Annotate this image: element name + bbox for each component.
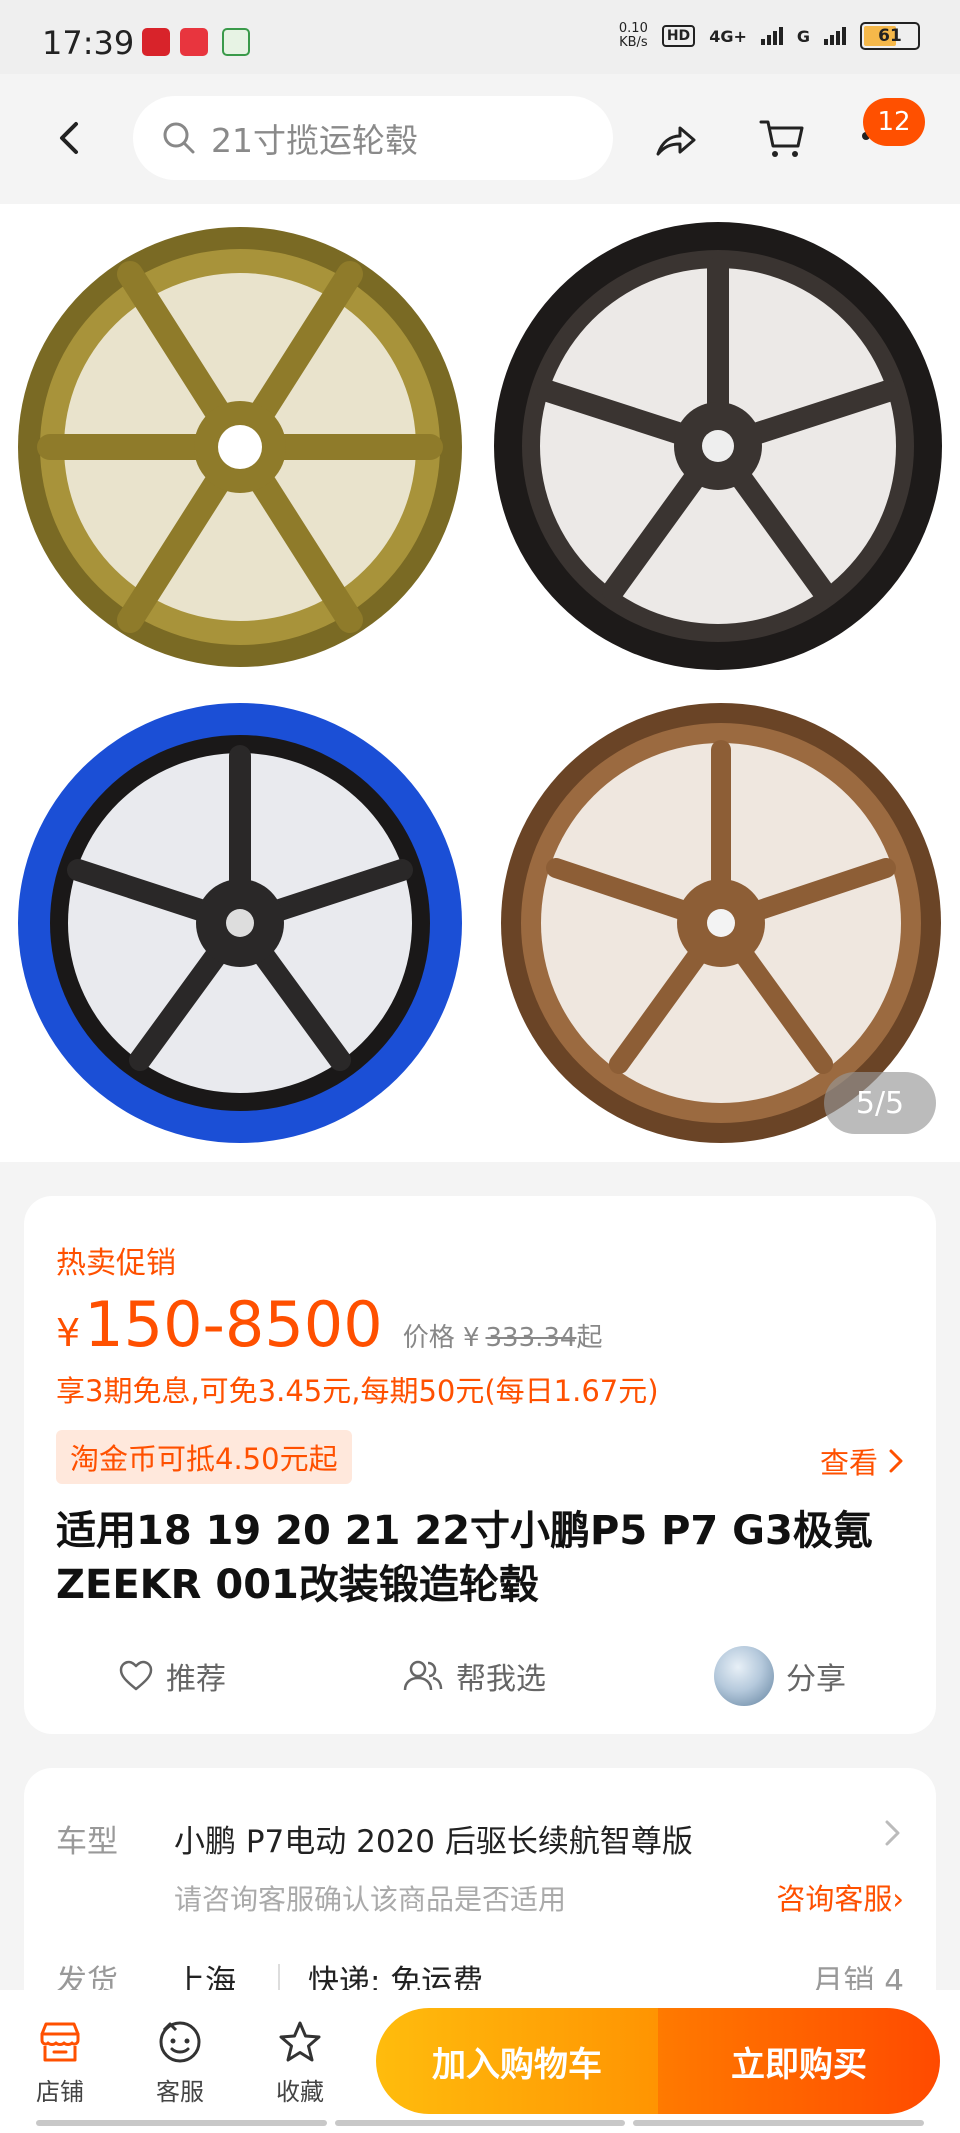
car-model-value[interactable]: 小鹏 P7电动 2020 后驱长续航智尊版 xyxy=(174,1816,693,1861)
car-model-hint: 请咨询客服确认该商品是否适用 xyxy=(174,1883,567,1916)
sim2-label: G xyxy=(796,26,810,46)
shop-icon xyxy=(40,2022,80,2062)
sim1-label: 4G+ xyxy=(709,26,747,46)
signal-icon xyxy=(824,27,846,45)
share-icon[interactable] xyxy=(652,116,700,164)
help-choose-button[interactable]: 帮我选 xyxy=(402,1636,546,1716)
car-model-label: 车型 xyxy=(56,1824,118,1860)
heart-icon xyxy=(119,1660,153,1691)
installment-info: 享3期免息,可免3.45元,每期50元(每日1.67元) xyxy=(56,1374,659,1408)
product-image-black-wheel xyxy=(494,222,942,670)
view-link[interactable]: 查看 xyxy=(820,1440,904,1482)
notification-app-icon xyxy=(222,28,250,56)
battery-icon: 61 xyxy=(860,22,920,50)
people-icon xyxy=(403,1660,443,1691)
product-actions: 推荐 帮我选 分享 xyxy=(24,1636,936,1716)
net-speed: 0.10 KB/s xyxy=(618,21,648,50)
status-time: 17:39 xyxy=(42,24,135,62)
chevron-right-icon[interactable] xyxy=(882,1818,904,1848)
product-info-card: 热卖促销 ¥ 150-8500 价格 ¥ 333.34起 享3期免息,可免3.4… xyxy=(24,1196,936,1734)
consult-service-link[interactable]: 咨询客服› xyxy=(776,1876,904,1918)
buy-now-button[interactable]: 立即购买 xyxy=(658,2008,940,2114)
search-icon xyxy=(163,122,195,154)
product-image-blue-wheel xyxy=(18,703,462,1143)
shop-button[interactable]: 店铺 xyxy=(20,2018,100,2107)
notification-app-icon xyxy=(142,28,170,56)
favorite-button[interactable]: 收藏 xyxy=(260,2018,340,2107)
price-range: 150-8500 xyxy=(84,1288,383,1361)
home-indicator xyxy=(0,2120,960,2126)
purchase-buttons: 加入购物车 立即购买 xyxy=(376,2008,940,2114)
image-counter: 5/5 xyxy=(824,1072,936,1134)
customer-service-button[interactable]: 客服 xyxy=(140,2018,220,2107)
cart-icon[interactable] xyxy=(758,114,806,162)
original-price: 333.34起 xyxy=(485,1323,603,1353)
original-price-label: 价格 ¥ xyxy=(402,1323,480,1353)
avatar xyxy=(714,1646,774,1706)
search-input[interactable]: 21寸揽运轮毂 xyxy=(133,96,613,180)
status-bar: 17:39 0.10 KB/s HD 4G+ G 61 xyxy=(0,0,960,74)
cart-count-badge: 12 xyxy=(863,98,925,146)
product-title: 适用18 19 20 21 22寸小鹏P5 P7 G3极氪ZEEKR 001改装… xyxy=(56,1508,873,1608)
currency-symbol: ¥ xyxy=(56,1311,81,1355)
coin-discount-tag: 淘金币可抵4.50元起 xyxy=(56,1430,352,1484)
add-to-cart-button[interactable]: 加入购物车 xyxy=(376,2008,658,2114)
recommend-button[interactable]: 推荐 xyxy=(118,1636,226,1716)
promo-label: 热卖促销 xyxy=(56,1246,176,1281)
search-placeholder: 21寸揽运轮毂 xyxy=(211,121,418,160)
price-row: ¥ 150-8500 价格 ¥ 333.34起 xyxy=(56,1288,603,1361)
chevron-right-icon xyxy=(889,1449,903,1473)
customer-service-icon xyxy=(159,2021,201,2063)
top-nav: 21寸揽运轮毂 12 xyxy=(0,74,960,204)
share-button[interactable]: 分享 xyxy=(714,1636,846,1716)
notification-app-icon xyxy=(180,28,208,56)
back-arrow-icon[interactable] xyxy=(50,118,90,158)
bottom-action-bar: 店铺 客服 收藏 加入购物车 立即购买 xyxy=(0,1990,960,2133)
star-icon xyxy=(279,2021,321,2062)
product-image-gold-wheel xyxy=(18,227,462,667)
product-image-gallery[interactable]: 5/5 xyxy=(0,204,960,1162)
hd-voice-icon: HD xyxy=(661,25,696,47)
signal-icon xyxy=(760,27,783,45)
